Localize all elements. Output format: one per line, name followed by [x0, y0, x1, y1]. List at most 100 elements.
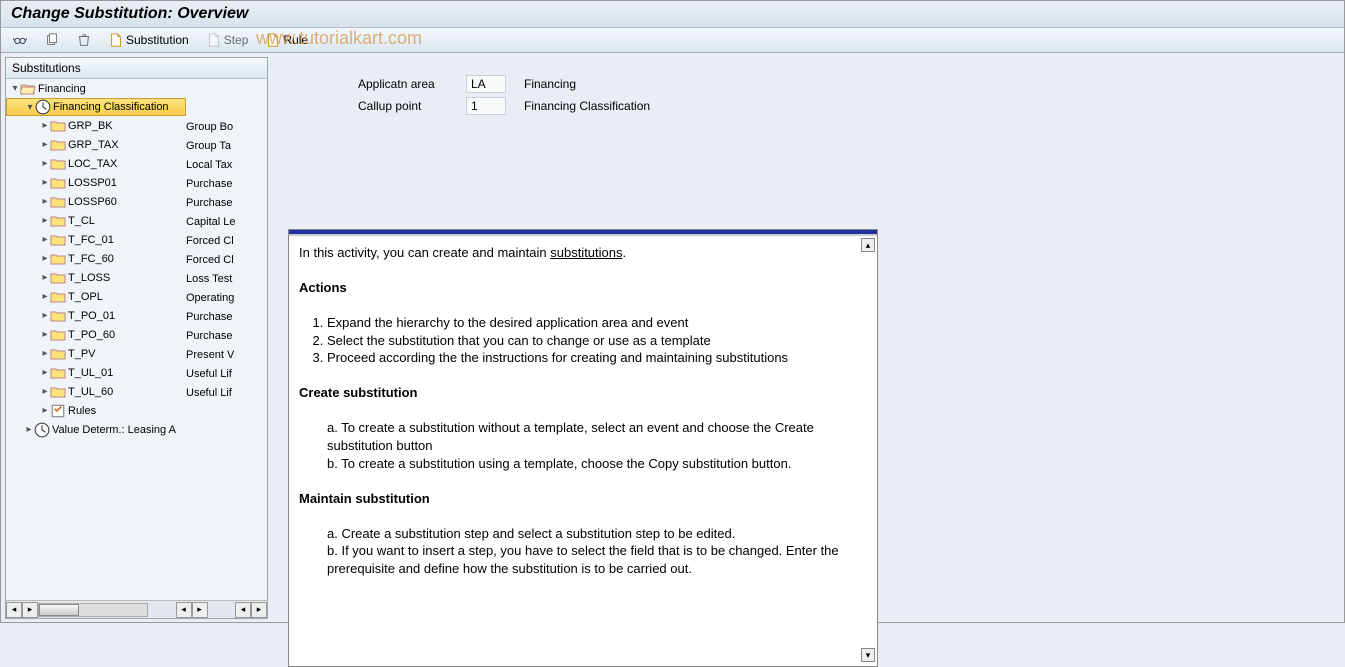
folder-icon — [50, 328, 66, 342]
expand-icon[interactable]: ▸ — [40, 386, 50, 397]
tree-desc: Useful Lif — [186, 364, 267, 383]
scroll-left-icon[interactable]: ◂ — [176, 602, 192, 618]
folder-icon — [50, 176, 66, 190]
tree-node-folder[interactable]: ▸ T_LOSS — [6, 268, 186, 287]
expand-icon[interactable]: ▸ — [40, 139, 50, 150]
tree-node-folder[interactable]: ▸ T_PO_01 — [6, 306, 186, 325]
tree-label: T_PO_60 — [66, 329, 115, 341]
info-grid: Applicatn area LA Financing Callup point… — [358, 73, 1324, 117]
substitution-button[interactable]: Substitution — [105, 31, 193, 49]
tree-label: LOSSP01 — [66, 177, 117, 189]
tree-node-rules[interactable]: ▸ Rules — [6, 401, 186, 420]
tree-node-folder[interactable]: ▸ T_UL_01 — [6, 363, 186, 382]
tree-label: T_UL_01 — [66, 367, 113, 379]
scroll-right-icon[interactable]: ▸ — [251, 602, 267, 618]
callup-point-value: 1 — [466, 97, 506, 115]
tree-node-value-determ[interactable]: ▸ Value Determ.: Leasing A — [6, 420, 186, 439]
doc-content[interactable]: In this activity, you can create and mai… — [289, 236, 877, 666]
tree-node-folder[interactable]: ▸ LOC_TAX — [6, 154, 186, 173]
tree-label: GRP_BK — [66, 120, 113, 132]
folder-icon — [50, 252, 66, 266]
expand-icon[interactable]: ▸ — [40, 367, 50, 378]
scroll-thumb[interactable] — [39, 604, 79, 616]
scroll-right-icon[interactable]: ▸ — [192, 602, 208, 618]
tree-label: Rules — [66, 405, 96, 417]
tree-label: T_UL_60 — [66, 386, 113, 398]
tree-desc: Present V — [186, 345, 267, 364]
doc-heading-create: Create substitution — [299, 385, 417, 400]
scroll-track[interactable] — [38, 603, 148, 617]
expand-icon[interactable]: ▸ — [40, 405, 50, 416]
copy-button[interactable] — [41, 31, 63, 49]
trash-icon — [77, 33, 91, 47]
scroll-left-icon[interactable]: ◂ — [6, 602, 22, 618]
tree-node-folder[interactable]: ▸ T_FC_01 — [6, 230, 186, 249]
glasses-icon — [13, 33, 27, 47]
collapse-icon[interactable]: ▾ — [25, 102, 35, 113]
folder-icon — [50, 119, 66, 133]
expand-icon[interactable]: ▸ — [40, 253, 50, 264]
tree-node-financing-classification[interactable]: ▾ Financing Classification — [6, 98, 186, 116]
tree[interactable]: ▾ Financing ▾ — [6, 79, 186, 600]
tree-desc: Purchase — [186, 193, 267, 212]
doc-maintain-a: a. Create a substitution step and select… — [327, 525, 863, 543]
tree-node-folder[interactable]: ▸ T_PV — [6, 344, 186, 363]
tree-label: Value Determ.: Leasing A — [50, 424, 176, 436]
expand-icon[interactable]: ▸ — [40, 177, 50, 188]
doc-heading-actions: Actions — [299, 280, 347, 295]
folder-icon — [50, 309, 66, 323]
tree-hscroll[interactable]: ◂ ▸ ◂ ▸ ◂ ▸ — [6, 600, 267, 618]
tree-node-folder[interactable]: ▸ T_UL_60 — [6, 382, 186, 401]
tree-label: T_PV — [66, 348, 96, 360]
scroll-up-icon[interactable]: ▴ — [861, 238, 875, 252]
expand-icon[interactable]: ▸ — [40, 120, 50, 131]
tree-node-financing[interactable]: ▾ Financing — [6, 79, 186, 98]
tree-label: LOC_TAX — [66, 158, 117, 170]
folder-icon — [50, 195, 66, 209]
folder-icon — [50, 290, 66, 304]
tree-node-folder[interactable]: ▸ T_FC_60 — [6, 249, 186, 268]
doc-vscroll[interactable]: ▴ ▾ — [861, 238, 875, 662]
expand-icon[interactable]: ▸ — [24, 424, 34, 435]
expand-icon[interactable]: ▸ — [40, 196, 50, 207]
folder-icon — [50, 138, 66, 152]
tree-node-folder[interactable]: ▸ LOSSP01 — [6, 173, 186, 192]
folder-icon — [50, 347, 66, 361]
step-button: Step — [203, 31, 253, 49]
tree-descriptions: Group BoGroup TaLocal TaxPurchasePurchas… — [186, 79, 267, 600]
applicatn-area-value: LA — [466, 75, 506, 93]
tree-label: T_FC_60 — [66, 253, 114, 265]
callup-point-desc: Financing Classification — [524, 99, 650, 113]
scroll-left-icon[interactable]: ◂ — [235, 602, 251, 618]
expand-icon[interactable]: ▸ — [40, 310, 50, 321]
expand-icon[interactable]: ▸ — [40, 158, 50, 169]
content-panel: Applicatn area LA Financing Callup point… — [268, 53, 1344, 619]
tree-desc: Purchase — [186, 174, 267, 193]
tree-label: T_OPL — [66, 291, 103, 303]
expand-icon[interactable]: ▸ — [40, 329, 50, 340]
glasses-button[interactable] — [9, 31, 31, 49]
expand-icon[interactable]: ▸ — [40, 234, 50, 245]
tree-node-folder[interactable]: ▸ LOSSP60 — [6, 192, 186, 211]
expand-icon[interactable]: ▸ — [40, 215, 50, 226]
expand-icon[interactable]: ▸ — [40, 348, 50, 359]
tree-node-folder[interactable]: ▸ T_PO_60 — [6, 325, 186, 344]
scroll-right-icon[interactable]: ▸ — [22, 602, 38, 618]
scroll-down-icon[interactable]: ▾ — [861, 648, 875, 662]
tree-label: T_FC_01 — [66, 234, 114, 246]
tree-desc: Group Bo — [186, 117, 267, 136]
expand-icon[interactable]: ▸ — [40, 291, 50, 302]
tree-panel: Substitutions ▾ Financing — [5, 57, 268, 619]
tree-node-folder[interactable]: ▸ GRP_BK — [6, 116, 186, 135]
substitutions-link[interactable]: substitutions — [550, 245, 622, 260]
doc-create-b: b. To create a substitution using a temp… — [327, 455, 863, 473]
tree-node-folder[interactable]: ▸ GRP_TAX — [6, 135, 186, 154]
tree-desc: Useful Lif — [186, 383, 267, 402]
expand-icon[interactable]: ▸ — [40, 272, 50, 283]
collapse-icon[interactable]: ▾ — [10, 83, 20, 94]
delete-button[interactable] — [73, 31, 95, 49]
tree-node-folder[interactable]: ▸ T_OPL — [6, 287, 186, 306]
tree-node-folder[interactable]: ▸ T_CL — [6, 211, 186, 230]
doc-heading-maintain: Maintain substitution — [299, 491, 430, 506]
tree-header: Substitutions — [6, 58, 267, 79]
